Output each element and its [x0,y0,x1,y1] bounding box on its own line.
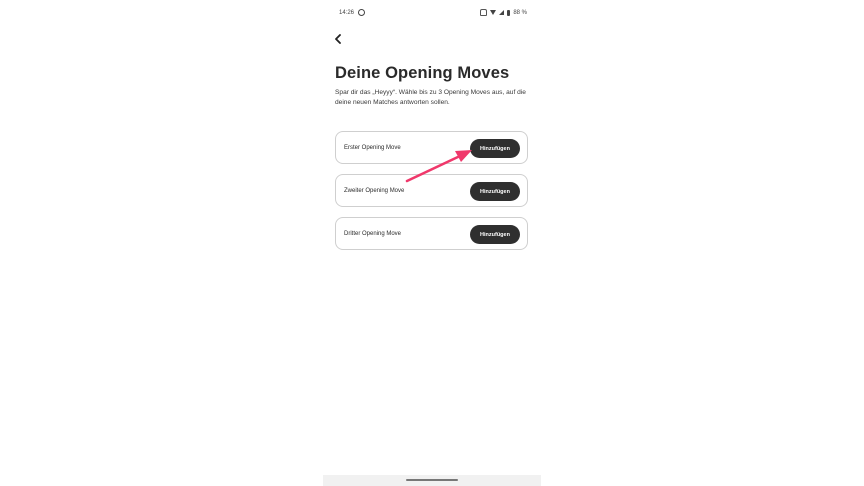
status-bar: 14:26 88 % [339,9,527,19]
page-title: Deine Opening Moves [335,64,510,82]
add-opening-move-button[interactable]: Hinzufügen [470,182,520,201]
home-indicator[interactable] [406,479,458,481]
navigation-bar [323,475,541,486]
opening-move-label: Dritter Opening Move [344,231,402,237]
back-button[interactable] [331,32,345,46]
status-time: 14:26 [339,9,355,16]
wifi-icon [490,10,497,15]
opening-move-card-1[interactable]: Erster Opening Move Hinzufügen [335,131,528,164]
battery-icon [507,9,511,16]
status-right: 88 % [480,9,527,16]
page-subtitle: Spar dir das „Heyyy“. Wähle bis zu 3 Ope… [335,89,526,106]
add-opening-move-button[interactable]: Hinzufügen [470,225,520,244]
opening-move-card-2[interactable]: Zweiter Opening Move Hinzufügen [335,174,528,207]
opening-move-label: Zweiter Opening Move [344,188,405,194]
signal-icon [499,10,505,15]
mute-icon [480,9,488,16]
add-opening-move-button[interactable]: Hinzufügen [470,139,520,158]
opening-move-label: Erster Opening Move [344,145,401,151]
opening-move-card-3[interactable]: Dritter Opening Move Hinzufügen [335,217,528,250]
status-left: 14:26 [339,9,366,16]
back-arrow-icon [335,34,341,44]
whatsapp-icon [358,9,366,16]
phone-screen: 14:26 88 % Deine Opening Moves Spar dir … [323,0,541,486]
battery-percent: 88 % [513,9,527,16]
